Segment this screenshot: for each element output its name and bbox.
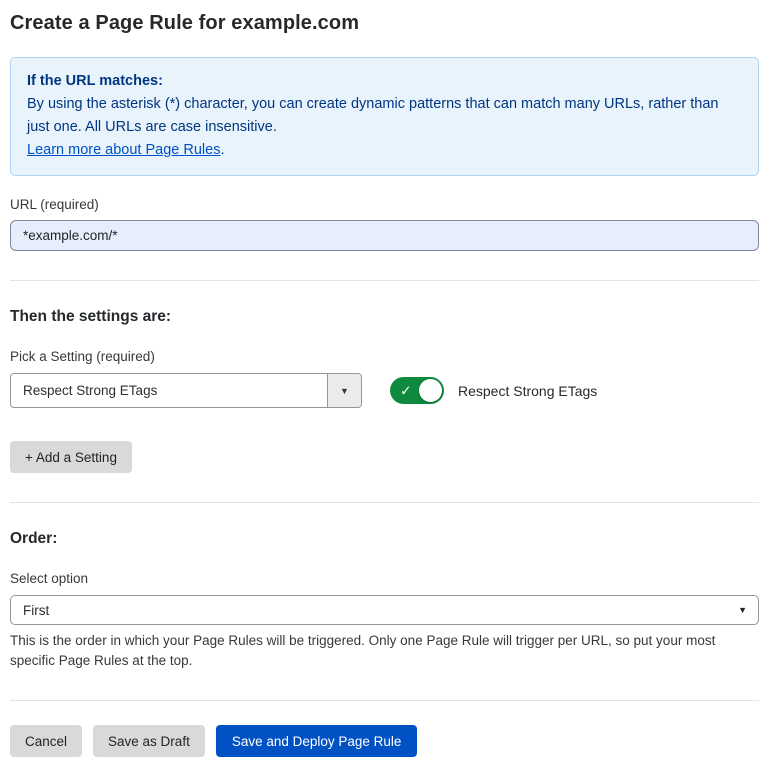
toggle-knob [419,379,442,402]
cancel-button[interactable]: Cancel [10,725,82,757]
link-suffix: . [220,142,224,158]
url-label: URL (required) [10,197,759,212]
pick-setting-label: Pick a Setting (required) [10,349,759,364]
save-deploy-button[interactable]: Save and Deploy Page Rule [216,725,418,757]
setting-row: Respect Strong ETags ▼ ✓ Respect Strong … [10,373,759,408]
url-input[interactable] [10,220,759,251]
info-box-heading: If the URL matches: [27,70,742,93]
setting-select[interactable]: Respect Strong ETags ▼ [10,373,362,408]
check-icon: ✓ [400,383,412,397]
order-select-value: First [23,603,49,618]
divider [10,502,759,503]
learn-more-link[interactable]: Learn more about Page Rules [27,142,220,158]
page-rule-form: Create a Page Rule for example.com If th… [0,0,769,757]
info-box-body: By using the asterisk (*) character, you… [27,93,742,139]
save-draft-button[interactable]: Save as Draft [93,725,205,757]
settings-section-heading: Then the settings are: [10,308,759,326]
action-buttons: Cancel Save as Draft Save and Deploy Pag… [10,725,759,757]
toggle-label: Respect Strong ETags [458,383,597,399]
add-setting-button[interactable]: + Add a Setting [10,441,132,473]
chevron-down-icon: ▼ [738,605,747,615]
order-section-heading: Order: [10,530,759,548]
order-select[interactable]: First ▼ [10,595,759,625]
chevron-down-icon[interactable]: ▼ [327,374,361,407]
url-match-info-box: If the URL matches: By using the asteris… [10,57,759,176]
respect-strong-etags-toggle[interactable]: ✓ [390,377,444,404]
divider [10,280,759,281]
page-title: Create a Page Rule for example.com [10,12,759,35]
info-box-link-line: Learn more about Page Rules. [27,139,742,162]
setting-select-value: Respect Strong ETags [11,374,327,407]
order-select-label: Select option [10,571,759,586]
divider [10,700,759,701]
order-help-text: This is the order in which your Page Rul… [10,631,750,671]
